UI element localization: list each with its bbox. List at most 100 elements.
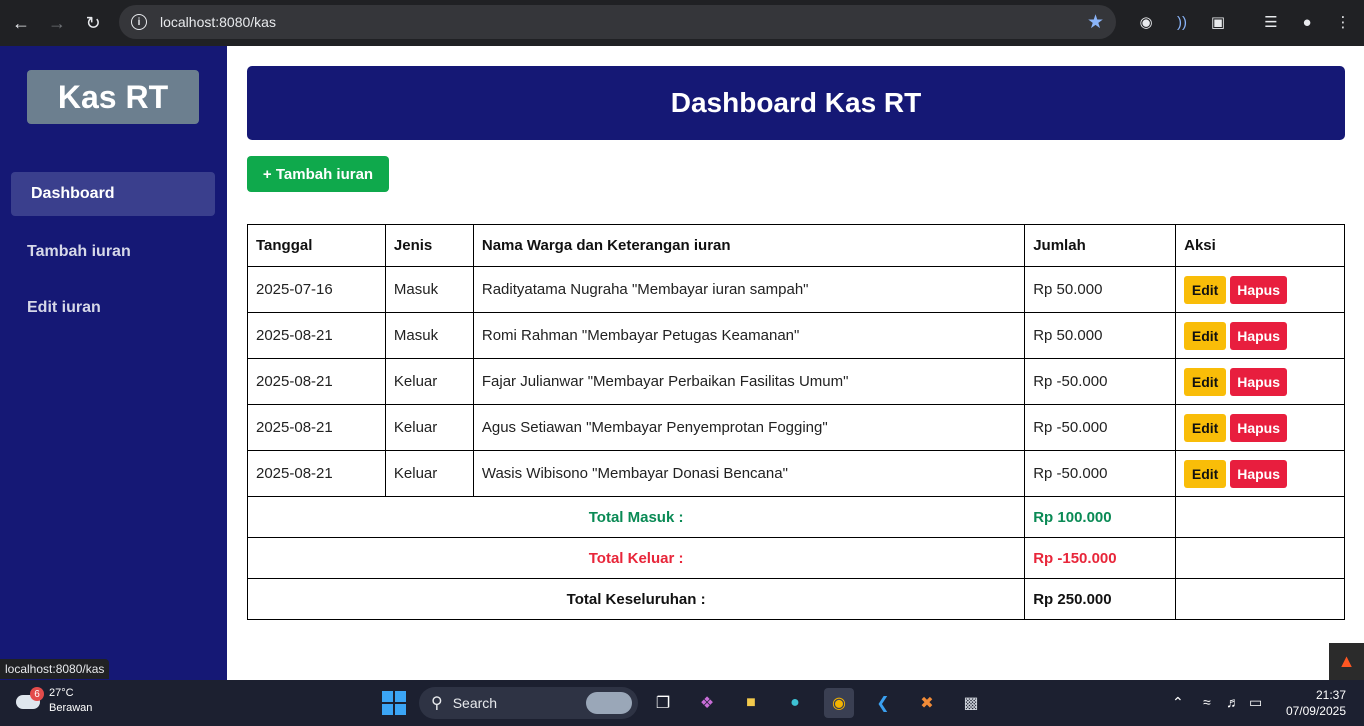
cell-aksi: Edit Hapus <box>1175 358 1345 405</box>
cell-aksi: Edit Hapus <box>1175 312 1345 359</box>
file-explorer-icon[interactable]: ■ <box>736 688 766 718</box>
delete-button[interactable]: Hapus <box>1230 459 1288 488</box>
weather-desc: Berawan <box>49 702 93 714</box>
cell-keterangan: Wasis Wibisono "Membayar Donasi Bencana" <box>472 450 1026 497</box>
kas-table: Tanggal Jenis Nama Warga dan Keterangan … <box>246 224 1345 620</box>
cell-jumlah: Rp -50.000 <box>1024 358 1177 405</box>
page-title: Dashboard Kas RT <box>247 66 1345 140</box>
sidebar-item-edit-iuran[interactable]: Edit iuran <box>11 286 215 330</box>
cell-keterangan: Agus Setiawan "Membayar Penyemprotan Fog… <box>472 404 1026 451</box>
cell-tanggal: 2025-08-21 <box>247 312 386 359</box>
battery-icon[interactable]: ▭ <box>1249 694 1262 711</box>
tray-chevron-icon[interactable]: ⌃ <box>1172 694 1184 711</box>
cell-jumlah: Rp 50.000 <box>1024 266 1177 313</box>
sidebar-item-tambah-iuran[interactable]: Tambah iuran <box>11 230 215 274</box>
cell-jenis: Keluar <box>384 358 474 405</box>
total-keseluruhan-value: Rp 250.000 <box>1024 578 1177 620</box>
edit-button[interactable]: Edit <box>1184 275 1227 304</box>
column-header-jumlah: Jumlah <box>1024 224 1177 267</box>
edit-button[interactable]: Edit <box>1184 413 1227 442</box>
address-bar[interactable]: i localhost:8080/kas ★ <box>119 5 1116 39</box>
total-masuk-label: Total Masuk : <box>246 496 1026 538</box>
total-keseluruhan-row: Total Keseluruhan : Rp 250.000 <box>246 578 1345 620</box>
weather-widget[interactable]: 6 27°C Berawan <box>16 686 92 716</box>
table-row: 2025-08-21 Masuk Romi Rahman "Membayar Pet… <box>247 312 1345 359</box>
total-keseluruhan-empty <box>1175 578 1345 620</box>
column-header-tanggal: Tanggal <box>247 224 386 267</box>
cell-keterangan: Radityatama Nugraha "Membayar iuran samp… <box>472 266 1026 313</box>
cell-tanggal: 2025-08-21 <box>247 450 386 497</box>
sidebar: Kas RT Dashboard Tambah iuran Edit iuran <box>0 46 227 680</box>
reload-icon[interactable]: ↻ <box>77 7 109 39</box>
terminal-icon[interactable]: ▩ <box>956 688 986 718</box>
cell-tanggal: 2025-08-21 <box>247 358 386 405</box>
cell-jenis: Keluar <box>384 450 474 497</box>
back-arrow-icon[interactable]: ← <box>5 7 37 39</box>
taskbar-search[interactable]: ⚲ Search <box>419 687 638 719</box>
column-header-jenis: Jenis <box>384 224 474 267</box>
vscode-icon[interactable]: ❮ <box>868 688 898 718</box>
sidebar-item-dashboard[interactable]: Dashboard <box>11 172 215 216</box>
total-keluar-empty <box>1175 537 1345 579</box>
forward-arrow-icon[interactable]: → <box>41 7 73 39</box>
extensions-puzzle-icon[interactable]: ▣ <box>1206 10 1230 34</box>
total-masuk-empty <box>1175 496 1345 538</box>
cell-keterangan: Fajar Julianwar "Membayar Perbaikan Fasi… <box>472 358 1026 405</box>
cell-tanggal: 2025-08-21 <box>247 404 386 451</box>
weather-temp: 27°C <box>49 687 74 699</box>
total-keseluruhan-label: Total Keseluruhan : <box>246 578 1026 620</box>
edit-button[interactable]: Edit <box>1184 367 1227 396</box>
add-iuran-button[interactable]: + Tambah iuran <box>247 156 389 192</box>
bookmark-star-icon[interactable]: ★ <box>1087 11 1104 34</box>
copilot-icon[interactable]: ❖ <box>692 688 722 718</box>
column-header-keterangan: Nama Warga dan Keterangan iuran <box>472 224 1026 267</box>
taskbar-clock[interactable]: 21:37 07/09/2025 <box>1286 687 1346 719</box>
cloud-icon: 6 <box>16 687 44 713</box>
brand-logo: Kas RT <box>27 70 199 124</box>
search-label: Search <box>452 695 498 711</box>
table-row: 2025-08-21 Keluar Agus Setiawan "Membayar … <box>247 404 1345 451</box>
table-row: 2025-07-16 Masuk Radityatama Nugraha "Memb… <box>247 266 1345 313</box>
clock-time: 21:37 <box>1315 688 1346 702</box>
cell-jumlah: Rp -50.000 <box>1024 450 1177 497</box>
edge-browser-icon[interactable]: ● <box>780 688 810 718</box>
chrome-browser-icon[interactable]: ◉ <box>824 688 854 718</box>
task-view-icon[interactable]: ❐ <box>648 688 678 718</box>
table-row: 2025-08-21 Keluar Wasis Wibisono "Membayar… <box>247 450 1345 497</box>
cell-jumlah: Rp 50.000 <box>1024 312 1177 359</box>
delete-button[interactable]: Hapus <box>1230 367 1288 396</box>
total-keluar-label: Total Keluar : <box>246 537 1026 579</box>
site-info-icon[interactable]: i <box>131 14 147 30</box>
xampp-icon[interactable]: ✖ <box>912 688 942 718</box>
cell-tanggal: 2025-07-16 <box>247 266 386 313</box>
weather-badge: 6 <box>30 687 44 701</box>
search-icon: ⚲ <box>431 695 443 712</box>
total-masuk-row: Total Masuk : Rp 100.000 <box>246 496 1345 538</box>
total-masuk-value: Rp 100.000 <box>1024 496 1177 538</box>
delete-button[interactable]: Hapus <box>1230 413 1288 442</box>
cell-jumlah: Rp -50.000 <box>1024 404 1177 451</box>
column-header-aksi: Aksi <box>1175 224 1345 267</box>
table-row: 2025-08-21 Keluar Fajar Julianwar "Membaya… <box>247 358 1345 405</box>
delete-button[interactable]: Hapus <box>1230 275 1288 304</box>
status-link-url: localhost:8080/kas <box>0 659 110 679</box>
menu-kebab-icon[interactable]: ⋮ <box>1331 10 1355 34</box>
total-keluar-value: Rp -150.000 <box>1024 537 1177 579</box>
wifi-icon[interactable]: ≈ <box>1203 694 1211 710</box>
extension-icon[interactable]: ◉ <box>1134 10 1158 34</box>
fire-icon[interactable]: ▲ <box>1329 643 1364 680</box>
address-url: localhost:8080/kas <box>160 14 276 30</box>
edit-button[interactable]: Edit <box>1184 321 1227 350</box>
edit-button[interactable]: Edit <box>1184 459 1227 488</box>
read-aloud-icon[interactable]: )) <box>1170 10 1194 34</box>
profile-avatar[interactable]: ● <box>1295 10 1319 34</box>
windows-start-icon[interactable] <box>379 688 409 718</box>
volume-icon[interactable]: ♬ <box>1226 694 1240 710</box>
delete-button[interactable]: Hapus <box>1230 321 1288 350</box>
cell-jenis: Masuk <box>384 266 474 313</box>
cell-aksi: Edit Hapus <box>1175 404 1345 451</box>
table-header-row: Tanggal Jenis Nama Warga dan Keterangan … <box>247 224 1345 267</box>
cell-aksi: Edit Hapus <box>1175 266 1345 313</box>
reading-list-icon[interactable]: ☰ <box>1259 10 1283 34</box>
clock-date: 07/09/2025 <box>1285 704 1346 718</box>
